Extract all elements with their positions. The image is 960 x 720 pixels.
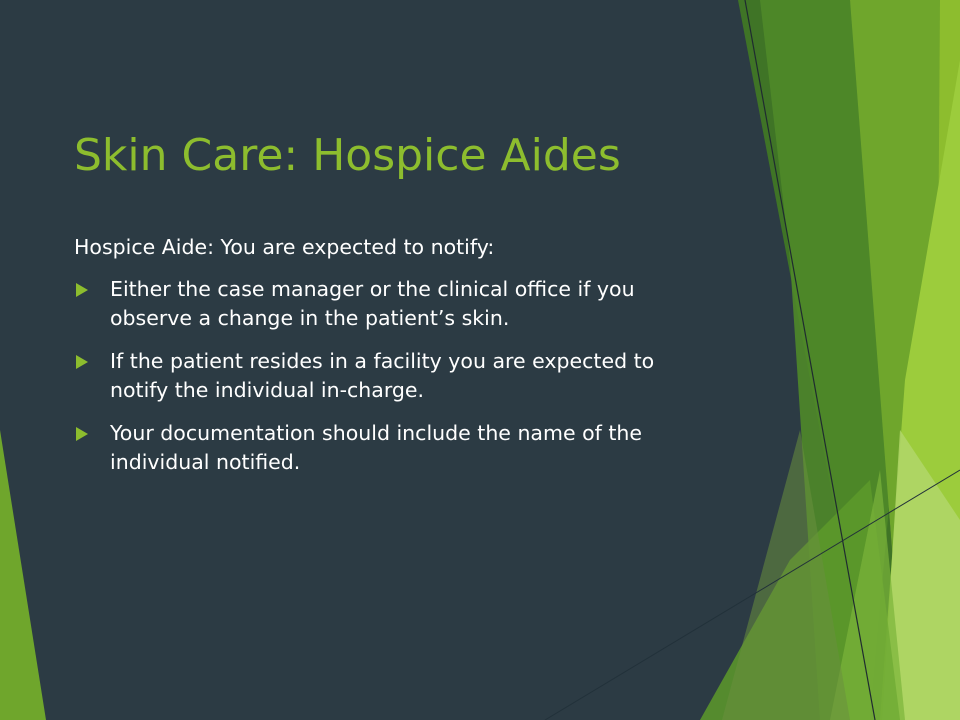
intro-text: Hospice Aide: You are expected to notify…: [74, 235, 495, 259]
triangle-right-icon: [76, 355, 88, 369]
facet-left-green: [0, 430, 46, 720]
bullet-list: Either the case manager or the clinical …: [74, 275, 714, 491]
bullet-item: If the patient resides in a facility you…: [74, 347, 714, 405]
bullet-text: Either the case manager or the clinical …: [110, 277, 635, 330]
bullet-item: Your documentation should include the na…: [74, 419, 714, 477]
triangle-right-icon: [76, 427, 88, 441]
bullet-text: If the patient resides in a facility you…: [110, 349, 655, 402]
slide: Skin Care: Hospice Aides Hospice Aide: Y…: [0, 0, 960, 720]
triangle-right-icon: [76, 283, 88, 297]
bullet-item: Either the case manager or the clinical …: [74, 275, 714, 333]
bullet-text: Your documentation should include the na…: [110, 421, 643, 474]
slide-title: Skin Care: Hospice Aides: [74, 130, 621, 181]
